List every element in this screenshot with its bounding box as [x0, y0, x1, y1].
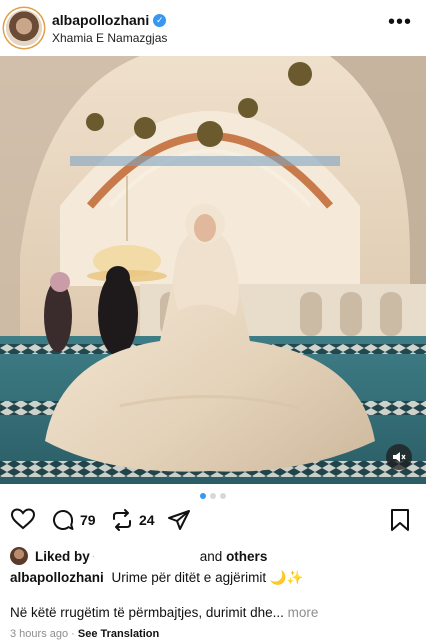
caption-username[interactable]: albapollozhani — [10, 570, 104, 585]
liked-by-label: Liked by — [35, 548, 90, 564]
heart-icon — [11, 508, 35, 530]
comment-count: 79 — [80, 512, 96, 528]
repost-icon — [113, 509, 131, 531]
mosque-photo — [0, 56, 426, 484]
send-icon — [168, 510, 190, 530]
comment-button[interactable]: 79 — [51, 508, 96, 532]
more-options-icon[interactable]: ••• — [388, 12, 412, 32]
repost-button[interactable]: 24 — [110, 508, 155, 532]
see-translation-link[interactable]: See Translation — [78, 628, 159, 640]
caption-second-line: Në këtë rrugëtim të përmbajtjes, durimit… — [10, 605, 284, 620]
save-button[interactable] — [390, 508, 410, 532]
caption-continued: Në këtë rrugëtim të përmbajtjes, durimit… — [10, 605, 318, 620]
carousel-dot-active — [200, 493, 206, 499]
post-header: albapollozhani ✓ Xhamia E Namazgjas ••• — [0, 0, 426, 56]
share-button[interactable] — [167, 508, 191, 532]
carousel-dot — [210, 493, 216, 499]
more-link[interactable]: more — [288, 605, 319, 620]
caption: albapollozhani Urime për ditët e agjërim… — [10, 570, 416, 586]
location-link[interactable]: Xhamia E Namazgjas — [52, 31, 167, 45]
liker-name-hidden[interactable]: · — [90, 551, 200, 562]
carousel-dot — [220, 493, 226, 499]
verified-badge-icon: ✓ — [153, 13, 167, 27]
repost-count: 24 — [139, 512, 155, 528]
meta-separator: · — [71, 628, 75, 640]
caption-text: Urime për ditët e agjërimit 🌙✨ — [111, 570, 304, 585]
post-media[interactable] — [0, 56, 426, 484]
others-link[interactable]: others — [226, 549, 267, 564]
speaker-muted-icon[interactable] — [386, 444, 412, 470]
comment-icon — [53, 509, 74, 530]
liker-avatar — [10, 547, 28, 565]
username-row: albapollozhani ✓ — [52, 12, 167, 28]
carousel-indicator — [0, 493, 426, 499]
timestamp: 3 hours ago — [10, 628, 69, 640]
post-meta: 3 hours ago · See Translation — [10, 628, 159, 640]
like-button[interactable] — [11, 508, 35, 530]
likes-summary[interactable]: Liked by · and others — [10, 547, 267, 565]
and-label: and — [199, 548, 223, 564]
bookmark-icon — [391, 509, 409, 531]
profile-avatar[interactable] — [6, 10, 42, 46]
action-bar: 79 24 — [0, 508, 426, 538]
username-link[interactable]: albapollozhani — [52, 12, 149, 28]
